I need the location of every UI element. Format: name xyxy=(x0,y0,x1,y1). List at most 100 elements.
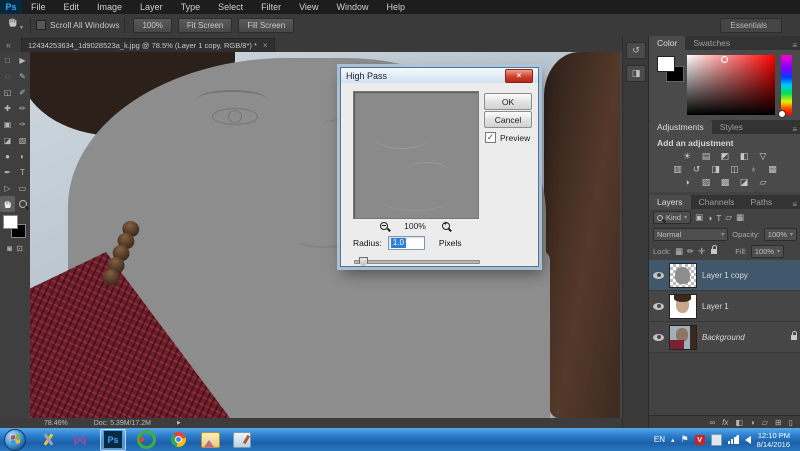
tab-close-icon[interactable]: × xyxy=(263,41,268,50)
layer-thumbnail[interactable] xyxy=(669,324,697,350)
new-adjustment-layer-icon[interactable]: ◑ xyxy=(750,418,755,427)
zoom-out-icon[interactable] xyxy=(380,222,389,230)
collapse-panels-chevron[interactable]: « xyxy=(0,40,21,52)
invert-icon[interactable]: ◑ xyxy=(681,177,693,188)
tab-channels[interactable]: Channels xyxy=(691,195,743,209)
document-tab[interactable]: 12434253634_1d9028523a_k.jpg @ 78.5% (La… xyxy=(21,38,275,52)
link-layers-icon[interactable]: ∞ xyxy=(709,418,715,427)
zoom-in-icon[interactable] xyxy=(441,221,450,230)
taskbar-clock[interactable]: 12:10 PM 8/14/2016 xyxy=(757,431,794,449)
tab-paths[interactable]: Paths xyxy=(742,195,780,209)
menu-filter[interactable]: Filter xyxy=(252,0,290,14)
antivirus-tray-icon[interactable]: V xyxy=(694,434,705,445)
blend-mode-dropdown[interactable]: Normal ▾ xyxy=(653,228,729,241)
fill-value[interactable]: 100% ▾ xyxy=(750,245,785,258)
posterize-icon[interactable]: ▨ xyxy=(700,177,712,188)
black-white-icon[interactable]: ◨ xyxy=(710,164,722,175)
taskbar-chrome[interactable] xyxy=(166,430,190,450)
taskbar-photoshop[interactable]: Ps xyxy=(100,428,126,451)
screen-mode-icon[interactable]: ⊡ xyxy=(16,244,23,253)
dialog-title-bar[interactable]: High Pass × xyxy=(341,68,538,83)
spot-healing-brush-tool[interactable]: ✚ xyxy=(0,100,15,116)
zoom-percentage[interactable]: 78.46% xyxy=(44,420,68,427)
start-button[interactable] xyxy=(4,428,26,451)
tab-adjustments[interactable]: Adjustments xyxy=(649,120,712,134)
menu-help[interactable]: Help xyxy=(377,0,414,14)
rectangular-marquee-tool[interactable]: □ xyxy=(0,52,15,68)
clipboard-tray-icon[interactable] xyxy=(710,433,722,446)
filter-type-layers-icon[interactable]: T xyxy=(716,213,721,223)
foreground-color-swatch[interactable] xyxy=(657,56,675,72)
quick-mask-icon[interactable]: ◙ xyxy=(7,244,12,253)
tab-styles[interactable]: Styles xyxy=(712,120,751,134)
menu-edit[interactable]: Edit xyxy=(55,0,89,14)
history-brush-tool[interactable]: ✑ xyxy=(15,116,30,132)
menu-window[interactable]: Window xyxy=(327,0,377,14)
action-center-flag-icon[interactable]: ⚑ xyxy=(681,434,689,445)
panel-menu-icon[interactable]: ≡ xyxy=(792,200,800,209)
history-panel-icon[interactable]: ↺ xyxy=(626,42,646,59)
layer-name[interactable]: Layer 1 copy xyxy=(702,271,748,280)
brightness-contrast-icon[interactable]: ☀ xyxy=(681,151,693,162)
menu-file[interactable]: File xyxy=(22,0,55,14)
filter-preview-box[interactable] xyxy=(353,91,479,219)
menu-image[interactable]: Image xyxy=(88,0,131,14)
filter-pixel-layers-icon[interactable]: ▣ xyxy=(695,212,703,223)
dialog-close-button[interactable]: × xyxy=(505,68,533,83)
ok-button[interactable]: OK xyxy=(484,93,532,110)
fit-screen-button[interactable]: Fit Screen xyxy=(177,17,233,33)
tab-layers[interactable]: Layers xyxy=(649,195,691,209)
properties-panel-icon[interactable]: ◨ xyxy=(626,65,646,82)
status-arrow-icon[interactable]: ▶ xyxy=(177,420,181,426)
layer-effects-icon[interactable]: fx xyxy=(722,418,728,427)
hue-saturation-icon[interactable]: ▥ xyxy=(672,164,684,175)
taskbar-photo-gallery[interactable] xyxy=(198,430,222,450)
layer-name[interactable]: Background xyxy=(702,333,745,342)
dodge-tool[interactable]: ◐ xyxy=(15,148,30,164)
new-layer-icon[interactable]: ⊞ xyxy=(775,418,782,427)
layer-name[interactable]: Layer 1 xyxy=(702,302,729,311)
panel-menu-icon[interactable]: ≡ xyxy=(792,125,800,134)
taskbar-paint[interactable] xyxy=(230,430,254,450)
panel-menu-icon[interactable]: ≡ xyxy=(792,41,800,50)
radius-input[interactable]: 1.0 xyxy=(387,236,425,250)
rectangle-tool[interactable]: ▭ xyxy=(15,180,30,196)
hand-tool[interactable] xyxy=(0,196,15,212)
quick-selection-tool[interactable]: ✎ xyxy=(15,68,30,84)
layer-row-layer1[interactable]: Layer 1 xyxy=(649,291,800,322)
lock-transparency-icon[interactable]: ▦ xyxy=(675,246,683,257)
menu-layer[interactable]: Layer xyxy=(131,0,172,14)
path-selection-tool[interactable]: ▷ xyxy=(0,180,15,196)
zoom-tool[interactable] xyxy=(15,196,30,212)
menu-type[interactable]: Type xyxy=(172,0,210,14)
taskbar-green-app[interactable] xyxy=(134,430,158,450)
curves-icon[interactable]: ◩ xyxy=(719,151,731,162)
add-layer-mask-icon[interactable]: ◧ xyxy=(735,418,743,427)
color-lookup-icon[interactable]: ▦ xyxy=(767,164,779,175)
visibility-eye-icon[interactable] xyxy=(653,271,664,279)
clone-stamp-tool[interactable]: ▣ xyxy=(0,116,15,132)
channel-mixer-icon[interactable]: ♁ xyxy=(748,164,760,175)
zoom-100-button[interactable]: 100% xyxy=(133,17,172,33)
lock-all-icon[interactable] xyxy=(711,245,718,254)
scroll-all-windows-checkbox[interactable] xyxy=(36,20,47,30)
blur-tool[interactable]: ● xyxy=(0,148,15,164)
slider-track[interactable] xyxy=(354,260,480,264)
lasso-tool[interactable]: ◌ xyxy=(0,68,15,84)
taskbar-visual-studio[interactable]: ⋈ xyxy=(68,430,92,450)
gradient-tool[interactable]: ▧ xyxy=(15,132,30,148)
tab-color[interactable]: Color xyxy=(649,36,686,50)
taskbar-utility-app[interactable] xyxy=(36,430,60,450)
fill-screen-button[interactable]: Fill Screen xyxy=(238,17,295,33)
levels-icon[interactable]: ▤ xyxy=(700,151,712,162)
move-tool[interactable]: ▶ xyxy=(15,52,30,68)
filter-adjustment-layers-icon[interactable]: ◑ xyxy=(707,213,712,223)
brush-tool[interactable]: ✏ xyxy=(15,100,30,116)
layer-thumbnail[interactable] xyxy=(669,293,697,319)
menu-select[interactable]: Select xyxy=(209,0,252,14)
layer-row-background[interactable]: Background xyxy=(649,322,800,353)
delete-layer-icon[interactable]: ▯ xyxy=(789,418,793,427)
opacity-value[interactable]: 100% ▾ xyxy=(763,228,797,241)
workspace-switcher[interactable]: Essentials xyxy=(719,17,782,33)
tool-preset-arrow[interactable]: ▾ xyxy=(20,24,23,31)
